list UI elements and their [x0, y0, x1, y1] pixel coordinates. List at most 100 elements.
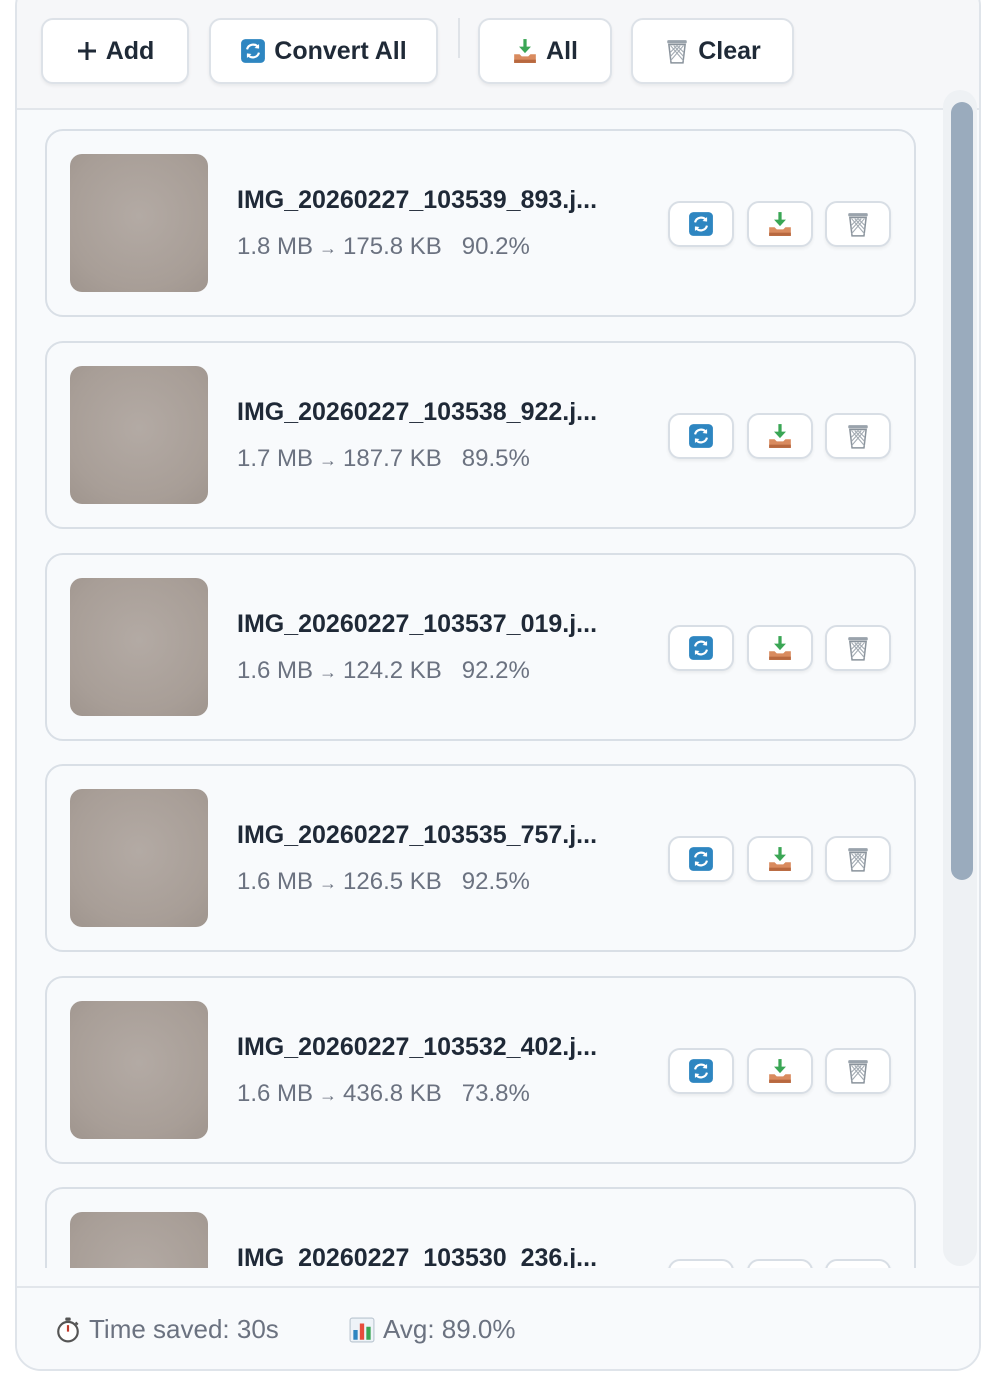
convert-icon [688, 211, 714, 237]
convert-file-button[interactable] [668, 836, 734, 882]
download-file-button[interactable] [747, 1259, 813, 1268]
file-size-info: 1.7 MB → 187.7 KB 89.5% [237, 445, 530, 473]
delete-file-button[interactable] [825, 836, 891, 882]
time-saved-stat: Time saved: 30s [55, 1314, 279, 1345]
convert-file-button[interactable] [668, 413, 734, 459]
add-button-label: Add [105, 36, 155, 65]
convert-file-button[interactable] [668, 201, 734, 247]
convert-icon [688, 846, 714, 872]
wastebasket-icon [847, 212, 869, 237]
file-thumbnail [70, 1001, 208, 1139]
convert-icon [240, 38, 267, 64]
file-card: IMG_20260227_103538_922.j... 1.7 MB → 187.… [45, 341, 916, 529]
file-card: IMG_20260227_103537_019.j... 1.6 MB → 124.… [45, 553, 916, 741]
toolbar-divider [458, 18, 460, 58]
converter-panel: Add Convert All All Clear IMG_20260227_1… [15, 0, 981, 1371]
download-icon [514, 39, 536, 63]
file-name: IMG_20260227_103532_402.j... [237, 1033, 598, 1061]
file-size-info: 1.6 MB → 126.5 KB 92.5% [237, 868, 530, 896]
clear-button[interactable]: Clear [631, 18, 794, 84]
download-file-button[interactable] [747, 201, 813, 247]
download-icon [769, 424, 791, 448]
delete-file-button[interactable] [825, 413, 891, 459]
reduction-percent: 92.2% [461, 657, 530, 684]
delete-file-button[interactable] [825, 1048, 891, 1094]
clear-button-label: Clear [698, 36, 761, 65]
delete-file-button[interactable] [825, 1259, 891, 1268]
converted-size: 436.8 KB [343, 1080, 442, 1107]
reduction-percent: 90.2% [461, 233, 530, 260]
file-card: IMG_20260227_103530_236.j... [45, 1187, 916, 1268]
download-icon [769, 1059, 791, 1083]
status-footer: Time saved: 30s Avg: 89.0% [17, 1286, 979, 1369]
convert-icon [688, 1058, 714, 1084]
converted-size: 175.8 KB [343, 233, 442, 260]
size-arrow: → [319, 873, 338, 893]
file-name: IMG_20260227_103538_922.j... [237, 398, 598, 426]
download-all-label: All [546, 36, 578, 65]
delete-file-button[interactable] [825, 625, 891, 671]
file-name: IMG_20260227_103535_757.j... [237, 821, 598, 849]
delete-file-button[interactable] [825, 201, 891, 247]
download-file-button[interactable] [747, 625, 813, 671]
convert-all-button[interactable]: Convert All [209, 18, 438, 84]
size-arrow: → [319, 238, 338, 258]
file-list[interactable]: IMG_20260227_103539_893.j... 1.8 MB → 175.… [17, 112, 979, 1268]
download-file-button[interactable] [747, 413, 813, 459]
reduction-percent: 89.5% [461, 445, 530, 472]
convert-file-button[interactable] [668, 625, 734, 671]
download-icon [769, 847, 791, 871]
convert-file-button[interactable] [668, 1048, 734, 1094]
original-size: 1.6 MB [237, 657, 314, 684]
file-card: IMG_20260227_103535_757.j... 1.6 MB → 126.… [45, 764, 916, 952]
wastebasket-icon [847, 1059, 869, 1084]
convert-all-label: Convert All [274, 36, 407, 65]
original-size: 1.8 MB [237, 233, 314, 260]
wastebasket-icon [847, 847, 869, 872]
download-icon [769, 636, 791, 660]
reduction-percent: 92.5% [461, 868, 530, 895]
converted-size: 187.7 KB [343, 445, 442, 472]
stopwatch-icon [57, 1316, 79, 1342]
wastebasket-icon [847, 424, 869, 449]
convert-file-button[interactable] [668, 1259, 734, 1268]
download-file-button[interactable] [747, 836, 813, 882]
file-name: IMG_20260227_103537_019.j... [237, 610, 598, 638]
file-size-info: 1.6 MB → 124.2 KB 92.2% [237, 657, 530, 685]
original-size: 1.6 MB [237, 1080, 314, 1107]
size-arrow: → [319, 662, 338, 682]
converted-size: 126.5 KB [343, 868, 442, 895]
file-card: IMG_20260227_103532_402.j... 1.6 MB → 436.… [45, 976, 916, 1164]
original-size: 1.7 MB [237, 445, 314, 472]
average-stat: Avg: 89.0% [349, 1314, 516, 1345]
file-thumbnail [70, 366, 208, 504]
file-thumbnail [70, 789, 208, 927]
download-all-button[interactable]: All [478, 18, 612, 84]
file-name: IMG_20260227_103539_893.j... [237, 186, 598, 214]
file-thumbnail [70, 1212, 208, 1268]
file-size-info: 1.8 MB → 175.8 KB 90.2% [237, 233, 530, 261]
file-thumbnail [70, 578, 208, 716]
size-arrow: → [319, 1085, 338, 1105]
bar-chart-icon [349, 1317, 375, 1342]
wastebasket-icon [666, 39, 688, 64]
file-card: IMG_20260227_103539_893.j... 1.8 MB → 175.… [45, 129, 916, 317]
plus-icon [77, 42, 96, 60]
convert-icon [688, 423, 714, 449]
download-icon [769, 212, 791, 236]
average-text: Avg: 89.0% [383, 1314, 516, 1344]
convert-icon [688, 635, 714, 661]
scrollbar-thumb[interactable] [951, 102, 973, 880]
reduction-percent: 73.8% [461, 1080, 530, 1107]
add-button[interactable]: Add [41, 18, 189, 84]
file-thumbnail [70, 154, 208, 292]
converted-size: 124.2 KB [343, 657, 442, 684]
file-name: IMG_20260227_103530_236.j... [237, 1244, 598, 1268]
time-saved-text: Time saved: 30s [89, 1314, 279, 1344]
download-file-button[interactable] [747, 1048, 813, 1094]
original-size: 1.6 MB [237, 868, 314, 895]
toolbar: Add Convert All All Clear [17, 0, 979, 110]
file-size-info: 1.6 MB → 436.8 KB 73.8% [237, 1080, 530, 1108]
size-arrow: → [319, 450, 338, 470]
wastebasket-icon [847, 636, 869, 661]
